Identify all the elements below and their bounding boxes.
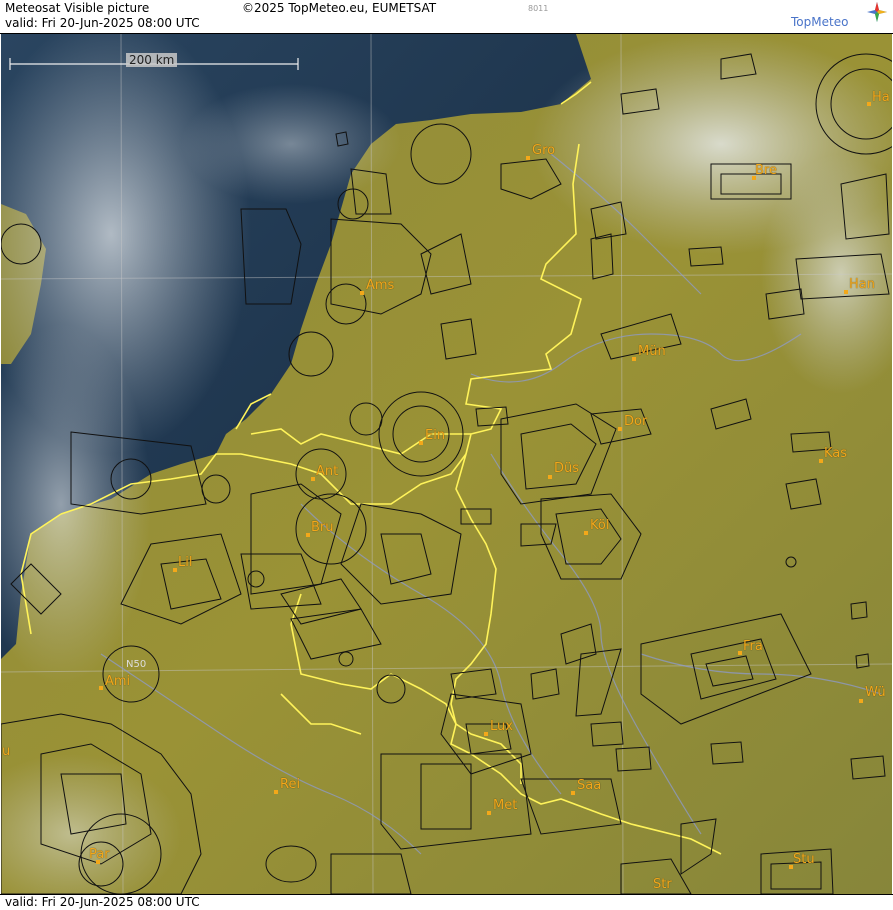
city-label-eindhoven: Ein — [425, 428, 446, 443]
city-label-reims: Rei — [280, 777, 301, 792]
city-dot — [419, 441, 423, 445]
city-label-amiens: Ami — [105, 674, 131, 689]
city-dot — [274, 790, 278, 794]
city-label-stuttgart: Stu — [793, 852, 815, 867]
city-label-frankfurt: Fra — [743, 639, 763, 654]
topmeteo-logo[interactable]: TopMeteo — [791, 2, 887, 32]
city-dot — [99, 686, 103, 690]
city-label-koln: Köl — [590, 518, 610, 533]
valid-time: valid: Fri 20-Jun-2025 08:00 UTC — [5, 16, 200, 30]
copyright-text: ©2025 TopMeteo.eu, EUMETSAT — [242, 1, 437, 15]
scale-label: 200 km — [126, 53, 178, 67]
city-label-hannover: Han — [849, 277, 875, 292]
city-dot — [487, 811, 491, 815]
city-dot — [867, 102, 871, 106]
city-dot — [844, 290, 848, 294]
compass-star-icon — [867, 2, 887, 22]
city-dot — [548, 475, 552, 479]
city-dot — [618, 427, 622, 431]
city-label-wurzburg: Wü — [865, 685, 886, 700]
city-label-munster: Mün — [638, 344, 666, 359]
footer-valid-time: valid: Fri 20-Jun-2025 08:00 UTC — [5, 895, 200, 909]
grid-latitude-label: N50 — [126, 659, 147, 670]
city-label-metz: Met — [493, 798, 518, 813]
city-dot — [571, 791, 575, 795]
city-label-antwerp: Ant — [316, 464, 339, 479]
city-label-bremen: Bre — [755, 163, 777, 178]
city-dot — [306, 533, 310, 537]
city-label-amsterdam: Ams — [366, 278, 395, 293]
city-label-kassel: Kas — [824, 446, 848, 461]
city-dot — [526, 156, 530, 160]
city-label-strasbourg: Str — [653, 877, 672, 892]
logo-text: TopMeteo — [791, 15, 849, 29]
city-dot — [632, 357, 636, 361]
cloud-band — [181, 84, 401, 204]
footer-bar: valid: Fri 20-Jun-2025 08:00 UTC — [0, 894, 893, 910]
city-label-luxembourg: Lux — [490, 719, 513, 734]
city-dot — [738, 651, 742, 655]
city-label-paris: Par — [89, 847, 110, 862]
city-dot — [859, 699, 863, 703]
header-bar: Meteosat Visible picture ©2025 TopMeteo.… — [0, 0, 893, 34]
city-label-lille: Lil — [178, 555, 193, 570]
city-label-brussels: Bru — [311, 520, 334, 535]
page-title: Meteosat Visible picture — [5, 1, 150, 15]
city-dot — [311, 477, 315, 481]
city-label-dusseldorf: Düs — [554, 461, 580, 476]
map-viewer: Meteosat Visible picture ©2025 TopMeteo.… — [0, 0, 893, 910]
city-label-saarbrucken: Saa — [577, 778, 602, 793]
city-label-groningen: Gro — [532, 143, 556, 158]
city-label-hamburg: Ha — [872, 90, 890, 105]
satellite-map[interactable]: 200 km Gro Bre Ha Ams Han Mün Ein Dor An… — [1, 34, 892, 894]
city-dot — [584, 531, 588, 535]
city-dot — [484, 732, 488, 736]
city-dot — [819, 459, 823, 463]
city-label-partial: u — [2, 744, 11, 759]
city-label-dortmund: Dor — [624, 414, 648, 429]
city-dot — [360, 291, 364, 295]
city-dot — [173, 568, 177, 572]
image-code: 8011 — [528, 4, 549, 13]
